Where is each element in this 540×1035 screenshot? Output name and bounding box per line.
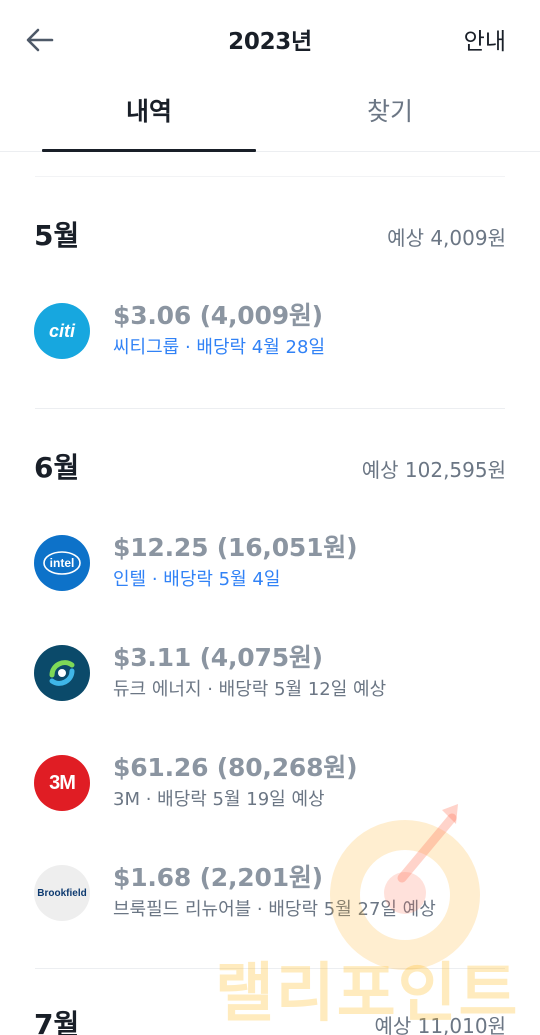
3m-logo: 3M xyxy=(34,755,90,811)
duke-energy-mark-icon xyxy=(49,660,75,686)
page-title: 2023년 xyxy=(228,29,312,55)
dividend-amount: $1.68 (2,201원) xyxy=(113,863,323,892)
dividend-detail: 씨티그룹 · 배당락 4월 28일 xyxy=(113,337,326,358)
month-expected-may: 예상 4,009원 xyxy=(387,226,506,250)
dividend-amount: $12.25 (16,051원) xyxy=(113,533,358,562)
watermark-text: 랠리포인트 xyxy=(215,957,520,1031)
dividend-amount: $61.26 (80,268원) xyxy=(113,753,358,782)
month-title-july: 7월 xyxy=(34,1008,80,1035)
duke-energy-logo xyxy=(34,645,90,701)
dividend-item-citi[interactable]: citi $3.06 (4,009원) 씨티그룹 · 배당락 4월 28일 xyxy=(0,296,540,366)
divider xyxy=(35,408,505,409)
dividend-item-duke-energy[interactable]: $3.11 (4,075원) 듀크 에너지 · 배당락 5월 12일 예상 xyxy=(0,638,540,708)
divider xyxy=(35,176,505,177)
tab-bar: 내역 찾기 xyxy=(0,80,540,152)
dividend-amount: $3.06 (4,009원) xyxy=(113,301,323,330)
active-tab-indicator xyxy=(42,149,256,152)
dividend-detail: 듀크 에너지 · 배당락 5월 12일 예상 xyxy=(113,679,387,700)
dividend-detail: 3M · 배당락 5월 19일 예상 xyxy=(113,789,325,810)
dividend-amount: $3.11 (4,075원) xyxy=(113,643,323,672)
dividend-item-intel[interactable]: intel $12.25 (16,051원) 인텔 · 배당락 5월 4일 xyxy=(0,528,540,598)
tab-history[interactable]: 내역 xyxy=(42,92,256,128)
dividend-detail: 인텔 · 배당락 5월 4일 xyxy=(113,569,281,590)
month-title-may: 5월 xyxy=(34,219,80,252)
month-title-june: 6월 xyxy=(34,451,80,484)
month-expected-june: 예상 102,595원 xyxy=(361,458,506,482)
citi-logo: citi xyxy=(34,303,90,359)
top-bar: 2023년 안내 xyxy=(0,0,540,80)
info-button[interactable]: 안내 xyxy=(464,22,506,56)
watermark-arrow-icon xyxy=(397,804,458,883)
brookfield-logo: Brookfield xyxy=(34,865,90,921)
tab-search[interactable]: 찾기 xyxy=(283,92,497,128)
intel-logo: intel xyxy=(34,535,90,591)
